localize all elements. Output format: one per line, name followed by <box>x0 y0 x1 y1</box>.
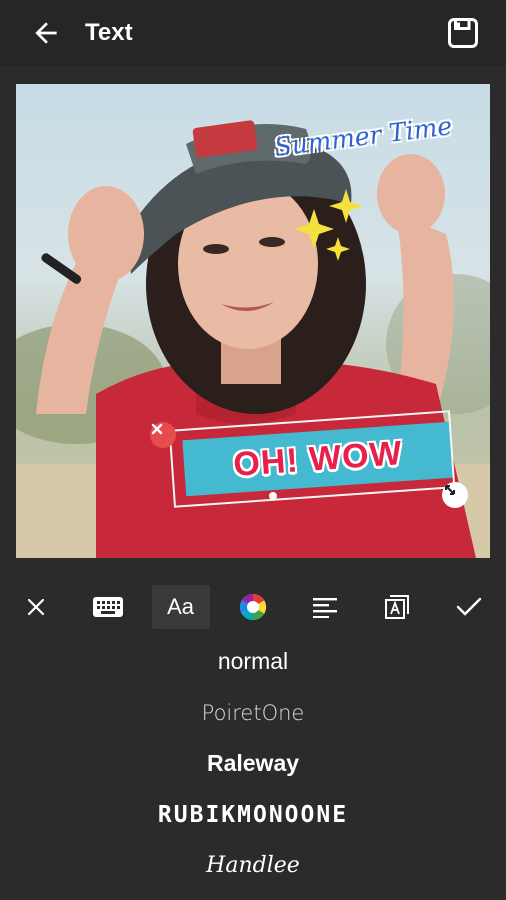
save-button[interactable] <box>444 14 482 52</box>
font-tool-label: Aa <box>167 594 194 619</box>
font-option-normal[interactable]: normal <box>0 636 506 687</box>
font-list: normal PoiretOne Raleway RUBIKMONOONE Ha… <box>0 636 506 900</box>
font-option-handlee[interactable]: Handlee <box>0 840 506 891</box>
selection-midpoint <box>269 492 277 500</box>
text-editor-screen: Text Summer Time OH! WOW Aa normal Poire… <box>0 0 506 900</box>
keyboard-icon <box>93 597 124 617</box>
app-header: Text <box>0 0 506 66</box>
text-box-icon <box>385 595 410 619</box>
font-tool-button[interactable]: Aa <box>151 585 210 629</box>
keyboard-tool-button[interactable] <box>72 585 144 629</box>
save-icon <box>448 18 478 48</box>
arrow-left-icon <box>35 22 57 44</box>
editor-canvas: Summer Time OH! WOW <box>0 66 506 578</box>
close-icon <box>151 423 163 435</box>
back-button[interactable] <box>26 16 66 50</box>
color-wheel-icon <box>239 593 266 621</box>
check-icon <box>457 597 482 616</box>
close-icon <box>28 598 45 616</box>
font-option-poiretone[interactable]: PoiretOne <box>0 687 506 738</box>
text-toolbar: Aa <box>0 578 506 636</box>
font-option-rubikmonoone[interactable]: RUBIKMONOONE <box>0 789 506 840</box>
color-tool-button[interactable] <box>217 585 289 629</box>
close-tool-button[interactable] <box>0 585 72 629</box>
page-title: Text <box>85 19 133 46</box>
confirm-tool-button[interactable] <box>433 585 505 629</box>
align-tool-button[interactable] <box>289 585 361 629</box>
photo: Summer Time OH! WOW <box>16 84 490 558</box>
align-left-icon <box>312 598 337 618</box>
delete-sticker-button[interactable] <box>150 422 176 448</box>
text-style-tool-button[interactable] <box>361 585 433 629</box>
resize-diagonal-icon <box>445 485 455 495</box>
resize-handle[interactable] <box>442 482 468 508</box>
font-option-raleway[interactable]: Raleway <box>0 738 506 789</box>
